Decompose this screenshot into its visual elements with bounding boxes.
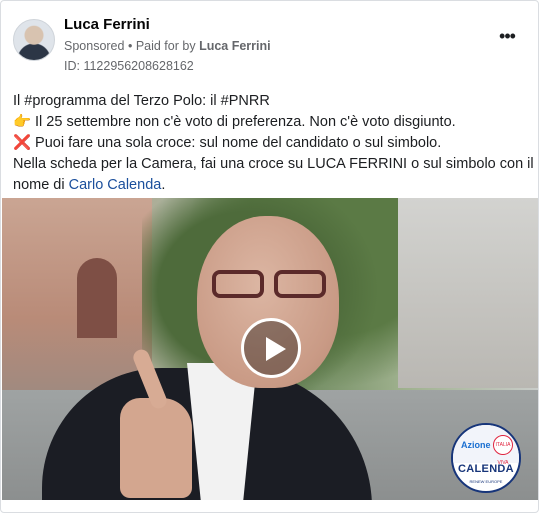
background-building [2,198,152,398]
calenda-text: CALENDA [458,463,514,475]
ad-id: ID: 1122956208628162 [64,59,194,73]
paid-by-name: Luca Ferrini [199,39,271,53]
speaker-hand [120,398,192,498]
ad-post-card: Luca Ferrini Sponsored • Paid for by Luc… [0,0,539,513]
pointing-hand-icon: 👉 [13,114,32,130]
more-options-icon[interactable]: ••• [496,27,518,45]
cross-mark-icon: ❌ [13,135,32,151]
post-text-line: nome di Carlo Calenda. [13,175,526,196]
sponsored-label: Sponsored [64,39,125,53]
building-arch [77,258,117,338]
background-building [398,198,538,388]
profile-avatar[interactable] [13,19,55,61]
post-text-line: 👉 Il 25 settembre non c'è voto di prefer… [13,112,526,133]
post-text-segment: . [161,177,166,193]
post-text-segment: Puoi fare una sola croce: sul nome del c… [35,135,442,151]
speaker-glasses [212,270,330,300]
post-header: Luca Ferrini Sponsored • Paid for by Luc… [13,13,526,73]
glasses-lens [274,270,326,298]
italia-viva-mark: ITALIA VIVA [493,435,513,466]
video-thumbnail[interactable]: Azione ITALIA VIVA CALENDA RENEW EUROPE [2,198,538,500]
post-meta: Luca Ferrini Sponsored • Paid for by Luc… [64,16,271,75]
sponsored-line: Sponsored • Paid for by Luca Ferrini [64,37,271,55]
post-text: Il #programma del Terzo Polo: il #PNRR 👉… [13,91,534,196]
post-text-segment: Il 25 settembre non c'è voto di preferen… [35,114,456,130]
play-icon [266,337,286,361]
post-text-line: Il #programma del Terzo Polo: il #PNRR [13,93,270,109]
play-button[interactable] [241,318,301,378]
glasses-lens [212,270,264,298]
post-text-segment: nome di [13,177,65,193]
post-text-line: ❌ Puoi fare una sola croce: sul nome del… [13,133,526,154]
separator-dot: • [127,39,136,53]
carlo-calenda-link[interactable]: Carlo Calenda [69,177,162,193]
renew-europe-text: RENEW EUROPE [469,479,503,484]
azione-text: Azione [461,440,491,450]
page-name[interactable]: Luca Ferrini [64,16,271,34]
paid-for-prefix: Paid for by [135,39,196,53]
post-text-line: Nella scheda per la Camera, fai una croc… [13,156,534,172]
calenda-logo: Azione ITALIA VIVA CALENDA RENEW EUROPE [451,423,521,493]
